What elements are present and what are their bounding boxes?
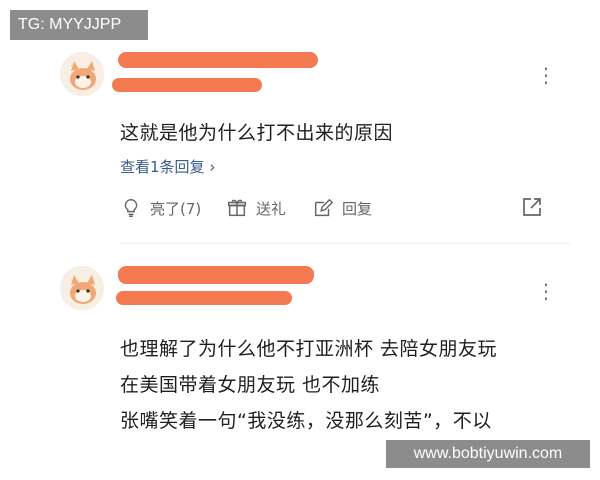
redacted-meta — [116, 291, 292, 305]
cat-avatar-icon — [62, 54, 104, 96]
more-icon[interactable]: ⋮ — [536, 64, 556, 86]
gift-icon — [228, 199, 246, 217]
like-count-label: 亮了(7) — [150, 199, 202, 218]
comment-line-1: 也理解了为什么他不打亚洲杯 去陪女朋友玩 — [120, 338, 498, 360]
chevron-right-icon: › — [209, 158, 216, 176]
view-replies-link[interactable]: 查看1条回复 › — [120, 156, 215, 177]
reply-label: 回复 — [342, 199, 373, 218]
redacted-username — [118, 52, 318, 68]
gift-button[interactable]: 送礼 — [226, 196, 286, 220]
like-button[interactable]: 亮了(7) — [120, 196, 201, 220]
divider — [120, 243, 570, 244]
redacted-username — [118, 266, 314, 284]
cat-avatar-icon — [62, 268, 104, 310]
watermark-top: TG: MYYJJPP — [10, 10, 148, 40]
redacted-meta — [112, 78, 262, 92]
edit-icon — [314, 198, 334, 217]
more-icon[interactable]: ⋮ — [536, 280, 556, 302]
reply-button[interactable]: 回复 — [312, 196, 372, 220]
avatar[interactable] — [60, 52, 104, 96]
watermark-bottom: www.bobtiyuwin.com — [386, 440, 590, 468]
avatar[interactable] — [60, 266, 104, 310]
view-replies-label: 查看1条回复 — [120, 158, 205, 176]
comment-line-2: 在美国带着女朋友玩 也不加练 — [120, 374, 381, 396]
lightbulb-icon — [124, 199, 138, 217]
comment-text: 这就是他为什么打不出来的原因 — [120, 122, 394, 144]
share-icon[interactable] — [520, 195, 544, 219]
gift-label: 送礼 — [256, 199, 287, 218]
comment-line-3: 张嘴笑着一句“我没练，没那么刻苦”，不以 — [120, 410, 492, 432]
